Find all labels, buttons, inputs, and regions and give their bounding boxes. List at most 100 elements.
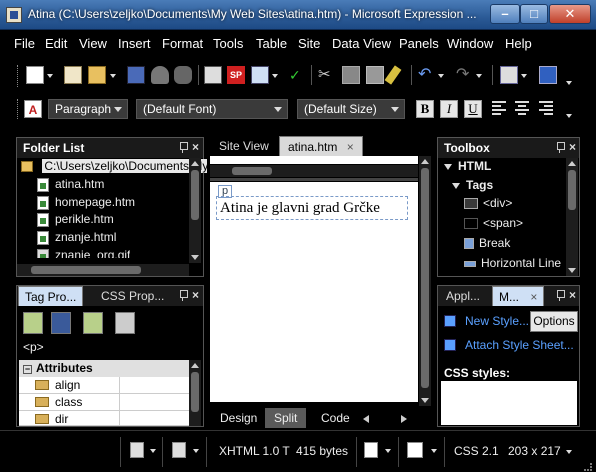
menu-tools[interactable]: Tools: [213, 36, 243, 51]
tab-site-view[interactable]: Site View: [211, 136, 277, 156]
code-hscrollbar[interactable]: [210, 165, 418, 177]
menu-file[interactable]: File: [14, 36, 35, 51]
preview-dropdown-icon[interactable]: [272, 74, 278, 78]
table-row[interactable]: class: [19, 394, 199, 411]
show-set-properties-icon[interactable]: [83, 312, 103, 334]
find-icon[interactable]: [174, 66, 192, 84]
pin-icon[interactable]: [556, 142, 565, 153]
menu-help[interactable]: Help: [505, 36, 532, 51]
undo-dropdown-icon[interactable]: [438, 74, 444, 78]
folder-list-hscrollbar[interactable]: [17, 264, 189, 276]
doctype-status[interactable]: XHTML 1.0 T: [219, 444, 290, 458]
tag-properties-scrollbar[interactable]: [189, 360, 201, 426]
table-row[interactable]: align: [19, 377, 199, 394]
close-icon[interactable]: ×: [530, 290, 537, 304]
schema-icon[interactable]: [407, 442, 423, 458]
split-divider[interactable]: [210, 178, 418, 181]
dimensions-status[interactable]: 203 x 217: [508, 444, 561, 458]
paste-icon[interactable]: [366, 66, 384, 84]
new-style-link[interactable]: New Style...: [465, 314, 529, 328]
insert-table-icon[interactable]: [500, 66, 518, 84]
attributes-header[interactable]: − Attributes: [19, 360, 199, 377]
list-item[interactable]: atina.htm: [37, 177, 104, 194]
collapse-icon[interactable]: −: [23, 365, 32, 374]
attach-style-sheet-link[interactable]: Attach Style Sheet...: [465, 338, 574, 352]
open-site-icon[interactable]: [64, 66, 82, 84]
toolbar-options-icon[interactable]: [566, 114, 572, 118]
tab-manage-styles[interactable]: M... ×: [492, 286, 545, 306]
close-icon[interactable]: ×: [569, 140, 576, 154]
menu-panels[interactable]: Panels: [399, 36, 439, 51]
list-item[interactable]: perikle.htm: [37, 212, 114, 229]
save-icon[interactable]: [127, 66, 145, 84]
redo-dropdown-icon[interactable]: [476, 74, 482, 78]
list-item[interactable]: homepage.htm: [37, 195, 135, 212]
design-view-button[interactable]: Design: [211, 408, 266, 428]
css-styles-list[interactable]: [441, 381, 577, 425]
page-size-icon[interactable]: [364, 442, 378, 458]
maximize-button[interactable]: □: [520, 4, 548, 24]
redo-icon[interactable]: ↷: [456, 66, 474, 84]
menu-site[interactable]: Site: [298, 36, 320, 51]
toolbox-scrollbar[interactable]: [566, 158, 578, 276]
undo-icon[interactable]: ↶: [418, 66, 436, 84]
toolbar-options-icon[interactable]: [566, 81, 572, 85]
close-icon[interactable]: ×: [192, 140, 199, 154]
page-size-dropdown-icon[interactable]: [385, 449, 391, 453]
css-version-status[interactable]: CSS 2.1: [454, 444, 499, 458]
menu-view[interactable]: View: [79, 36, 107, 51]
menu-format[interactable]: Format: [162, 36, 203, 51]
tab-apply-styles[interactable]: Appl...: [440, 286, 486, 306]
spelling-icon[interactable]: SP: [227, 66, 245, 84]
toolbox-item-break[interactable]: Break: [464, 236, 510, 254]
toolbar-grip[interactable]: [17, 99, 20, 119]
toolbox-item-div[interactable]: <div>: [464, 196, 512, 214]
align-center-icon[interactable]: [515, 101, 529, 115]
italic-button[interactable]: I: [440, 100, 458, 118]
cut-icon[interactable]: ✂: [318, 66, 336, 84]
font-select[interactable]: (Default Font): [136, 99, 288, 119]
menu-data-view[interactable]: Data View: [332, 36, 391, 51]
menu-insert[interactable]: Insert: [118, 36, 151, 51]
menu-edit[interactable]: Edit: [45, 36, 67, 51]
close-button[interactable]: ✕: [549, 4, 591, 24]
pin-icon[interactable]: [179, 142, 188, 153]
list-item[interactable]: znanje.html: [37, 230, 116, 247]
check-spelling-icon[interactable]: ✓: [289, 66, 307, 84]
align-right-icon[interactable]: [539, 101, 553, 115]
toolbox-item-span[interactable]: <span>: [464, 216, 523, 234]
font-size-select[interactable]: (Default Size): [297, 99, 405, 119]
menu-window[interactable]: Window: [447, 36, 493, 51]
format-painter-icon[interactable]: [384, 65, 402, 85]
minimize-button[interactable]: –: [490, 4, 520, 24]
dimensions-dropdown-icon[interactable]: [566, 450, 572, 454]
style-application-icon[interactable]: [172, 442, 186, 458]
open-dropdown-icon[interactable]: [110, 74, 116, 78]
style-icon[interactable]: A: [24, 100, 42, 118]
print-icon[interactable]: [204, 66, 222, 84]
close-icon[interactable]: ×: [569, 288, 576, 302]
toolbox-group-html[interactable]: HTML: [444, 159, 491, 177]
visual-aids-dropdown-icon[interactable]: [150, 449, 156, 453]
table-row[interactable]: dir: [19, 411, 199, 426]
toolbar-grip[interactable]: [17, 65, 20, 87]
bold-button[interactable]: B: [416, 100, 434, 118]
scroll-left-icon[interactable]: [363, 415, 369, 423]
align-left-icon[interactable]: [492, 101, 506, 115]
pin-icon[interactable]: [556, 290, 565, 301]
sort-az-icon[interactable]: [51, 312, 71, 334]
paragraph-content[interactable]: Atina je glavni grad Grčke: [216, 196, 408, 220]
toolbox-item-horizontal-line[interactable]: Horizontal Line: [464, 256, 561, 274]
preview-icon[interactable]: [251, 66, 269, 84]
design-pane[interactable]: p Atina je glavni grad Grčke: [210, 182, 418, 402]
schema-dropdown-icon[interactable]: [431, 449, 437, 453]
table-dropdown-icon[interactable]: [521, 74, 527, 78]
categorize-icon[interactable]: [23, 312, 43, 334]
style-application-dropdown-icon[interactable]: [193, 449, 199, 453]
style-select[interactable]: Paragraph: [48, 99, 128, 119]
menu-table[interactable]: Table: [256, 36, 287, 51]
code-pane[interactable]: [210, 156, 418, 164]
insert-picture-icon[interactable]: [539, 66, 557, 84]
underline-button[interactable]: U: [464, 100, 482, 118]
resize-grip[interactable]: [584, 463, 592, 471]
